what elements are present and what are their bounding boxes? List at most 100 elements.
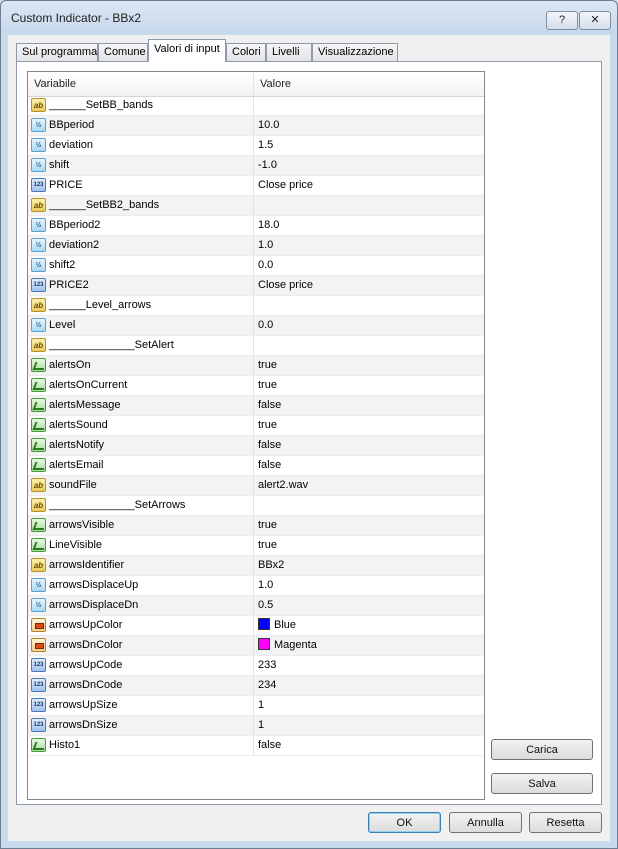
parameter-name: alertsSound	[28, 416, 254, 435]
table-row[interactable]: 123 arrowsDnSize 1	[28, 716, 484, 736]
parameter-name-text: BBperiod2	[49, 219, 101, 231]
reset-button[interactable]: Resetta	[529, 812, 602, 833]
parameter-name-text: ______________SetArrows	[49, 499, 186, 511]
parameter-name-text: ______SetBB_bands	[49, 99, 153, 111]
parameter-value[interactable]: Blue	[254, 616, 484, 635]
table-row[interactable]: ½ Level 0.0	[28, 316, 484, 336]
help-button[interactable]: ?	[546, 11, 578, 30]
parameter-value[interactable]: true	[254, 516, 484, 535]
parameters-grid[interactable]: Variabile Valore ab ______SetBB_bands ½ BBp…	[27, 71, 485, 800]
parameter-value[interactable]: 18.0	[254, 216, 484, 235]
table-row[interactable]: LineVisible true	[28, 536, 484, 556]
table-row[interactable]: ab soundFile alert2.wav	[28, 476, 484, 496]
parameter-name-text: arrowsDisplaceUp	[49, 579, 139, 591]
table-row[interactable]: arrowsUpColor Blue	[28, 616, 484, 636]
parameter-value[interactable]	[254, 196, 484, 215]
load-button[interactable]: Carica	[491, 739, 593, 760]
color-type-icon	[31, 638, 46, 652]
parameter-value[interactable]: alert2.wav	[254, 476, 484, 495]
integer-type-icon: 123	[31, 678, 46, 692]
parameter-value[interactable]: 233	[254, 656, 484, 675]
table-row[interactable]: ½ deviation 1.5	[28, 136, 484, 156]
parameter-value[interactable]: 1	[254, 696, 484, 715]
parameter-name: ab ______SetBB2_bands	[28, 196, 254, 215]
table-row[interactable]: ab ______________SetArrows	[28, 496, 484, 516]
table-row[interactable]: 123 arrowsUpSize 1	[28, 696, 484, 716]
parameter-value[interactable]: true	[254, 376, 484, 395]
parameter-value[interactable]: 234	[254, 676, 484, 695]
tab-comune[interactable]: Comune	[98, 43, 148, 61]
table-row[interactable]: alertsEmail false	[28, 456, 484, 476]
table-row[interactable]: ab ______SetBB2_bands	[28, 196, 484, 216]
parameter-value[interactable]: true	[254, 356, 484, 375]
table-row[interactable]: alertsOn true	[28, 356, 484, 376]
table-row[interactable]: ½ arrowsDisplaceDn 0.5	[28, 596, 484, 616]
parameter-value[interactable]: 0.5	[254, 596, 484, 615]
parameter-value[interactable]: false	[254, 456, 484, 475]
parameter-value[interactable]: 1.0	[254, 576, 484, 595]
parameter-value[interactable]: false	[254, 396, 484, 415]
table-row[interactable]: alertsMessage false	[28, 396, 484, 416]
table-row[interactable]: arrowsVisible true	[28, 516, 484, 536]
table-row[interactable]: ½ shift -1.0	[28, 156, 484, 176]
table-row[interactable]: ab ______SetBB_bands	[28, 96, 484, 116]
parameter-value[interactable]	[254, 336, 484, 355]
ok-button[interactable]: OK	[368, 812, 441, 833]
parameter-value[interactable]	[254, 496, 484, 515]
table-row[interactable]: ½ arrowsDisplaceUp 1.0	[28, 576, 484, 596]
table-row[interactable]: Histo1 false	[28, 736, 484, 756]
parameter-value[interactable]: true	[254, 536, 484, 555]
table-row[interactable]: ½ shift2 0.0	[28, 256, 484, 276]
parameter-value[interactable]: true	[254, 416, 484, 435]
tab-sul-programma[interactable]: Sul programma	[16, 43, 98, 61]
parameter-value[interactable]: Magenta	[254, 636, 484, 655]
column-header-value[interactable]: Valore	[254, 72, 484, 96]
table-row[interactable]: 123 PRICE Close price	[28, 176, 484, 196]
parameter-name-text: arrowsUpCode	[49, 659, 123, 671]
cancel-button[interactable]: Annulla	[449, 812, 522, 833]
parameter-value[interactable]: 1.5	[254, 136, 484, 155]
table-row[interactable]: 123 PRICE2 Close price	[28, 276, 484, 296]
color-swatch	[258, 618, 270, 630]
double-type-icon: ½	[31, 238, 46, 252]
parameter-value[interactable]: Close price	[254, 276, 484, 295]
table-row[interactable]: 123 arrowsDnCode 234	[28, 676, 484, 696]
parameter-name: 123 arrowsDnCode	[28, 676, 254, 695]
column-header-variable[interactable]: Variabile	[28, 72, 254, 96]
parameter-value[interactable]: false	[254, 436, 484, 455]
parameter-value[interactable]: 0.0	[254, 256, 484, 275]
string-type-icon: ab	[31, 478, 46, 492]
parameter-name: arrowsDnColor	[28, 636, 254, 655]
parameter-value[interactable]	[254, 96, 484, 115]
parameter-value[interactable]: false	[254, 736, 484, 755]
tab-livelli[interactable]: Livelli	[266, 43, 312, 61]
table-row[interactable]: ab ______________SetAlert	[28, 336, 484, 356]
title-bar[interactable]: Custom Indicator - BBx2 ? ✕	[1, 1, 617, 35]
tab-visualizzazione[interactable]: Visualizzazione	[312, 43, 398, 61]
tab-colori[interactable]: Colori	[226, 43, 266, 61]
tab-valori-di-input[interactable]: Valori di input	[148, 39, 226, 62]
table-row[interactable]: 123 arrowsUpCode 233	[28, 656, 484, 676]
table-row[interactable]: alertsNotify false	[28, 436, 484, 456]
table-row[interactable]: ½ deviation2 1.0	[28, 236, 484, 256]
table-row[interactable]: ½ BBperiod2 18.0	[28, 216, 484, 236]
parameter-value[interactable]: 0.0	[254, 316, 484, 335]
table-row[interactable]: ab ______Level_arrows	[28, 296, 484, 316]
parameter-value[interactable]: 10.0	[254, 116, 484, 135]
grid-rows: ab ______SetBB_bands ½ BBperiod 10.0 ½ deviati…	[28, 96, 484, 756]
parameter-name: 123 arrowsUpSize	[28, 696, 254, 715]
parameter-value[interactable]: 1.0	[254, 236, 484, 255]
table-row[interactable]: ab arrowsIdentifier BBx2	[28, 556, 484, 576]
parameter-value[interactable]	[254, 296, 484, 315]
parameter-name: alertsMessage	[28, 396, 254, 415]
parameter-value[interactable]: BBx2	[254, 556, 484, 575]
table-row[interactable]: alertsSound true	[28, 416, 484, 436]
parameter-value[interactable]: 1	[254, 716, 484, 735]
table-row[interactable]: alertsOnCurrent true	[28, 376, 484, 396]
table-row[interactable]: ½ BBperiod 10.0	[28, 116, 484, 136]
parameter-value[interactable]: Close price	[254, 176, 484, 195]
table-row[interactable]: arrowsDnColor Magenta	[28, 636, 484, 656]
parameter-value[interactable]: -1.0	[254, 156, 484, 175]
save-button[interactable]: Salva	[491, 773, 593, 794]
close-button[interactable]: ✕	[579, 11, 611, 30]
